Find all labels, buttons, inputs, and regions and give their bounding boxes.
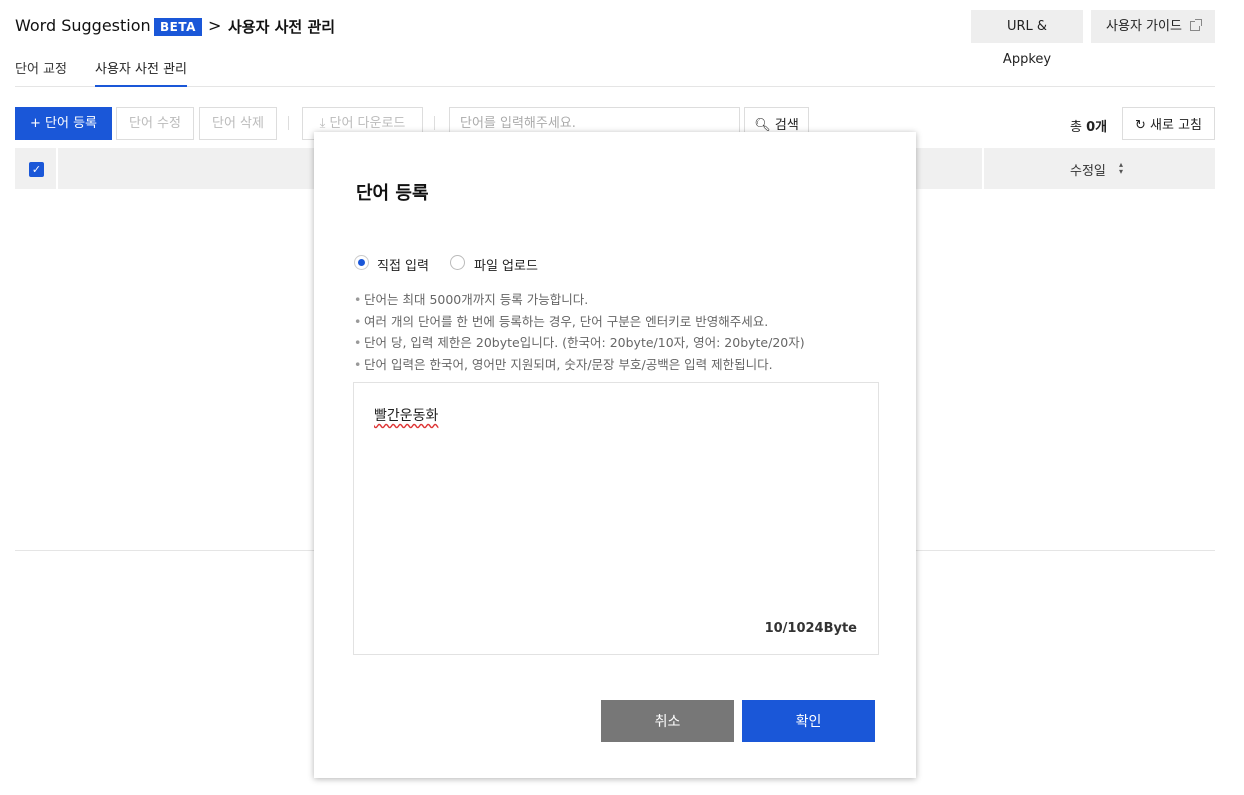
delete-word-button[interactable]: 단어 삭제 (199, 107, 277, 140)
download-label: 단어 다운로드 (329, 116, 406, 131)
word-textarea[interactable]: 빨간운동화 10/1024Byte (353, 382, 879, 655)
modified-date-label: 수정일 (1070, 164, 1106, 179)
confirm-button[interactable]: 확인 (742, 700, 875, 742)
toolbar-divider (434, 116, 435, 130)
toolbar-divider (288, 116, 289, 130)
refresh-button[interactable]: ↻ 새로 고침 (1122, 107, 1215, 140)
dialog-title: 단어 등록 (356, 183, 429, 204)
instruction-item: 단어 당, 입력 제한은 20byte입니다. (한국어: 20byte/10자… (354, 332, 805, 354)
total-prefix: 총 (1070, 120, 1082, 135)
instruction-item: 여러 개의 단어를 한 번에 등록하는 경우, 단어 구분은 엔터키로 반영해주… (354, 311, 805, 333)
select-all-cell: ✓ (15, 148, 58, 189)
beta-badge: BETA (154, 18, 202, 36)
modified-date-column[interactable]: 수정일 ▴ ▾ (982, 148, 1215, 189)
register-word-dialog: 단어 등록 직접 입력 파일 업로드 단어는 최대 5000개까지 등록 가능합… (314, 132, 916, 778)
user-guide-label: 사용자 가이드 (1106, 19, 1182, 34)
direct-input-radio[interactable] (354, 255, 369, 270)
instruction-item: 단어 입력은 한국어, 영어만 지원되며, 숫자/문장 부호/공백은 입력 제한… (354, 354, 805, 376)
file-upload-radio[interactable] (450, 255, 465, 270)
tab-bar: 단어 교정 사용자 사전 관리 (15, 58, 1215, 87)
refresh-icon: ↻ (1134, 118, 1146, 133)
instruction-item: 단어는 최대 5000개까지 등록 가능합니다. (354, 289, 805, 311)
select-all-checkbox[interactable]: ✓ (29, 162, 44, 177)
file-upload-label[interactable]: 파일 업로드 (474, 255, 538, 274)
direct-input-label[interactable]: 직접 입력 (377, 255, 429, 274)
breadcrumb-chevron-icon: > (208, 16, 222, 35)
tab-word-correction[interactable]: 단어 교정 (15, 58, 67, 87)
download-icon: ⤓ (319, 116, 330, 131)
instructions-list: 단어는 최대 5000개까지 등록 가능합니다. 여러 개의 단어를 한 번에 … (354, 289, 805, 375)
edit-word-button[interactable]: 단어 수정 (116, 107, 194, 140)
url-appkey-button[interactable]: URL & Appkey (971, 10, 1083, 67)
total-value: 0개 (1086, 120, 1108, 135)
refresh-label: 새로 고침 (1150, 118, 1203, 133)
search-icon: 🔍︎ (754, 118, 771, 133)
add-word-button[interactable]: + 단어 등록 (15, 107, 112, 140)
user-guide-button[interactable]: 사용자 가이드 (1091, 10, 1215, 43)
page-header: Word Suggestion BETA > 사용자 사전 관리 URL & A… (15, 10, 1215, 67)
total-count: 총 0개 (1070, 116, 1107, 135)
byte-counter: 10/1024Byte (764, 621, 857, 636)
breadcrumb-current: 사용자 사전 관리 (228, 18, 336, 36)
app-title: Word Suggestion (15, 16, 151, 35)
cancel-button[interactable]: 취소 (601, 700, 734, 742)
search-label: 검색 (774, 118, 799, 133)
textarea-value: 빨간운동화 (374, 408, 439, 424)
sort-icon[interactable]: ▴ ▾ (1119, 161, 1123, 176)
external-link-icon (1189, 19, 1202, 31)
tab-user-dictionary[interactable]: 사용자 사전 관리 (95, 58, 187, 87)
